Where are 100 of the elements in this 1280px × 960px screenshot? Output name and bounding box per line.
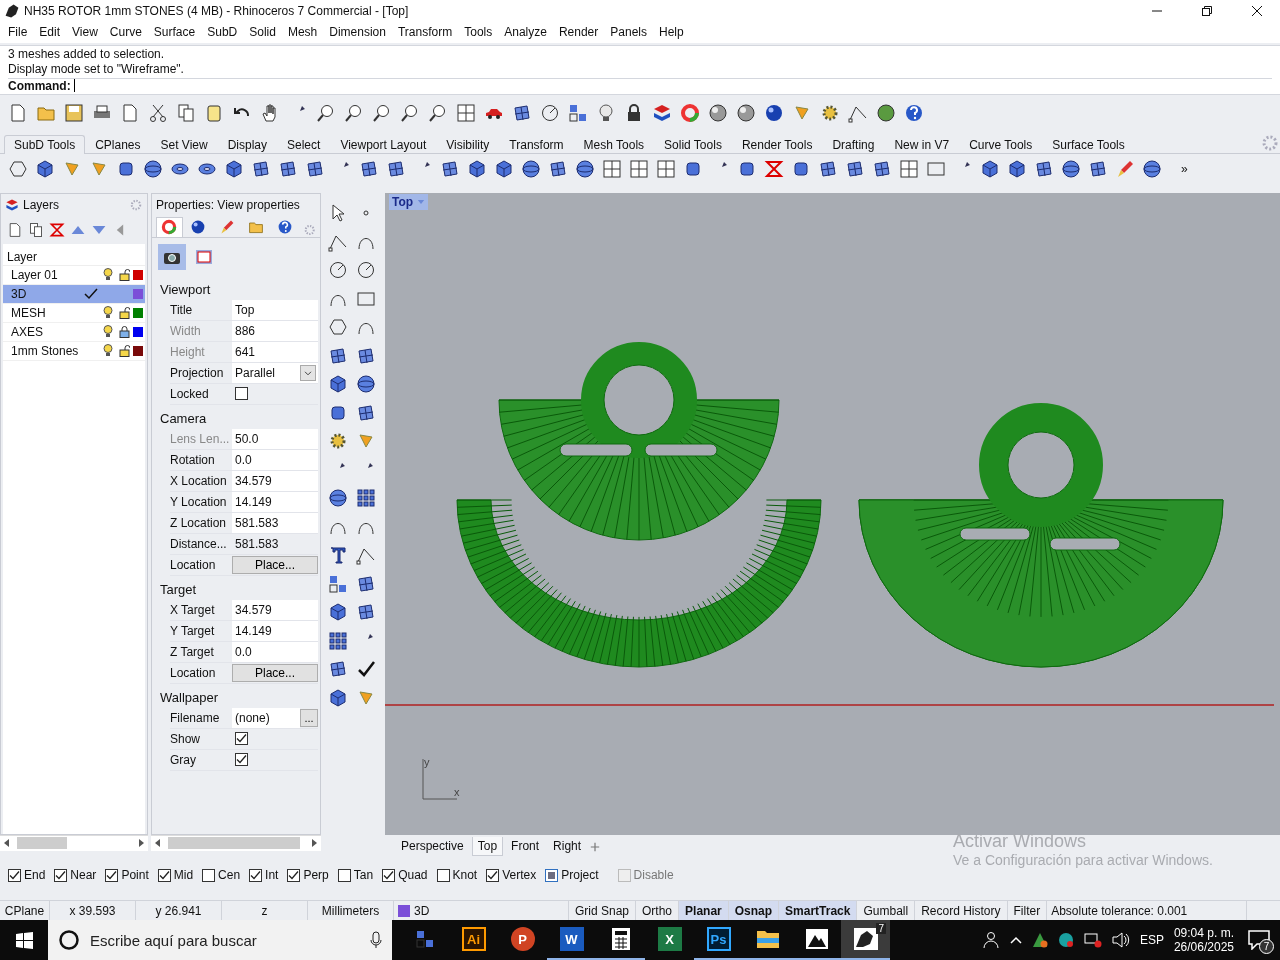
color-wheel-icon[interactable] [680,102,700,123]
surface-icon[interactable] [305,159,325,180]
checkbox[interactable] [337,868,351,882]
surface-icon[interactable] [359,159,379,180]
surface-icon[interactable] [818,159,838,180]
menu-item[interactable]: SubD [201,25,244,40]
property-field[interactable]: Top [232,299,318,320]
polygon-icon[interactable] [8,159,28,180]
toolbar-tab[interactable]: Drafting [822,135,885,155]
surface-icon[interactable] [1034,159,1054,180]
delete-icon[interactable] [764,159,784,180]
checkbox[interactable] [545,868,559,882]
checkbox[interactable] [235,732,248,746]
surface-icon[interactable] [845,159,865,180]
people-icon[interactable] [981,931,1000,949]
osnap-option[interactable]: Perp [287,868,329,883]
scroll-right-icon[interactable] [137,839,145,848]
menu-item[interactable]: File [2,25,34,40]
delete-icon[interactable] [49,221,65,238]
taskbar-app[interactable]: P [498,920,547,960]
checkbox[interactable] [287,868,301,882]
light-bulb-icon[interactable] [102,325,113,339]
surface-icon[interactable] [328,345,348,366]
sphere-icon[interactable] [328,488,348,509]
document-icon[interactable] [8,102,28,123]
language-indicator[interactable]: ESP [1139,933,1164,947]
sphere-icon[interactable] [521,159,541,180]
browse-button[interactable]: ... [300,708,318,727]
light-bulb-icon[interactable] [596,102,616,123]
sphere-icon[interactable] [736,102,756,123]
viewport-tab[interactable]: Front [505,837,546,857]
place-button[interactable]: Place... [232,555,318,574]
sphere-icon[interactable] [356,374,376,395]
lock-icon[interactable] [119,344,131,357]
toolbar-tab[interactable]: SubD Tools [4,135,86,155]
checkbox[interactable] [235,387,248,401]
menu-item[interactable]: View [66,25,104,40]
dot-grid-icon[interactable] [328,630,348,651]
toolbar-tab[interactable]: Mesh Tools [573,135,655,155]
cube-icon[interactable] [35,159,55,180]
save-icon[interactable] [64,102,84,123]
sphere-icon[interactable] [764,102,784,123]
menu-item[interactable]: Curve [103,25,148,40]
viewport-tab[interactable]: Top [471,837,504,857]
cube-icon[interactable] [224,159,244,180]
toolbar-tab[interactable]: Visibility [436,135,500,155]
lock-icon[interactable] [119,325,131,338]
zoom-icon[interactable] [372,102,392,123]
surface-icon[interactable] [512,102,532,123]
sphere-icon[interactable] [1061,159,1081,180]
status-toggle[interactable]: Osnap [728,901,780,920]
surface-icon[interactable] [356,602,376,623]
scroll-right-icon[interactable] [310,839,318,848]
menu-item[interactable]: Edit [33,25,67,40]
menu-item[interactable]: Surface [147,25,202,40]
taskbar-app[interactable]: 7 [841,920,890,960]
speaker-icon[interactable] [1111,932,1130,948]
osnap-option[interactable]: Vertex [486,868,537,883]
text-icon[interactable] [328,545,348,566]
menu-item[interactable]: Mesh [281,25,324,40]
tray-app-icon[interactable] [1057,932,1074,948]
light-bulb-icon[interactable] [102,344,113,358]
tray-app-icon[interactable] [1031,932,1048,948]
checkbox[interactable] [202,868,216,882]
taskbar-app[interactable]: W [547,920,596,960]
document-icon[interactable] [7,221,23,238]
surface-icon[interactable] [872,159,892,180]
status-toggle[interactable]: Planar [679,901,729,920]
sphere-icon[interactable] [708,102,728,123]
property-field[interactable]: 0.0 [232,641,318,662]
property-field[interactable]: 14.149 [232,491,318,512]
osnap-option[interactable]: Project [545,868,599,883]
network-error-icon[interactable] [1083,932,1102,948]
more-tools-button[interactable]: » [1181,162,1188,177]
checkbox[interactable] [157,868,171,882]
property-field[interactable]: 34.579 [232,599,318,620]
copy-icon[interactable] [176,102,196,123]
help-icon[interactable] [904,102,924,123]
toolbar-tab[interactable]: Curve Tools [959,135,1043,155]
document-icon[interactable] [120,102,140,123]
toolbar-tab[interactable]: Render Tools [731,135,823,155]
grid-icon[interactable] [629,159,649,180]
toolbar-tab[interactable]: Surface Tools [1042,135,1135,155]
cube-icon[interactable] [328,687,348,708]
menu-item[interactable]: Solid [243,25,282,40]
zoom-icon[interactable] [400,102,420,123]
viewport-tab[interactable]: Right [547,837,588,857]
surface-icon[interactable] [328,659,348,680]
light-bulb-icon[interactable] [102,306,113,320]
properties-tab[interactable] [156,216,183,237]
globe-icon[interactable] [876,102,896,123]
taskbar-app[interactable]: Ps [694,920,743,960]
caret-up-icon[interactable] [1009,936,1022,944]
status-toggle[interactable]: SmartTrack [779,901,858,920]
search-field[interactable]: Escribe aquí para buscar [48,920,392,960]
cube-icon[interactable] [328,374,348,395]
surface-icon[interactable] [278,159,298,180]
layer-color-swatch[interactable] [133,269,143,280]
circle-icon[interactable] [328,260,348,281]
menu-item[interactable]: Tools [458,25,499,40]
